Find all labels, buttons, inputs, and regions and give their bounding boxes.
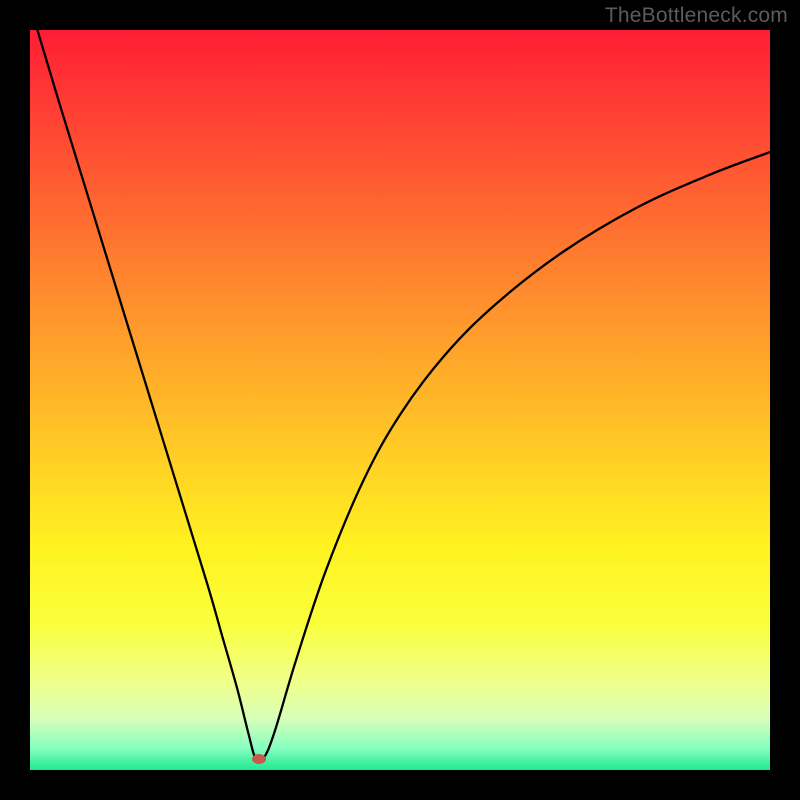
plot-area <box>30 30 770 770</box>
chart-frame: TheBottleneck.com <box>0 0 800 800</box>
marker-dot <box>252 754 266 764</box>
watermark-text: TheBottleneck.com <box>605 4 788 28</box>
bottleneck-curve <box>30 30 770 770</box>
